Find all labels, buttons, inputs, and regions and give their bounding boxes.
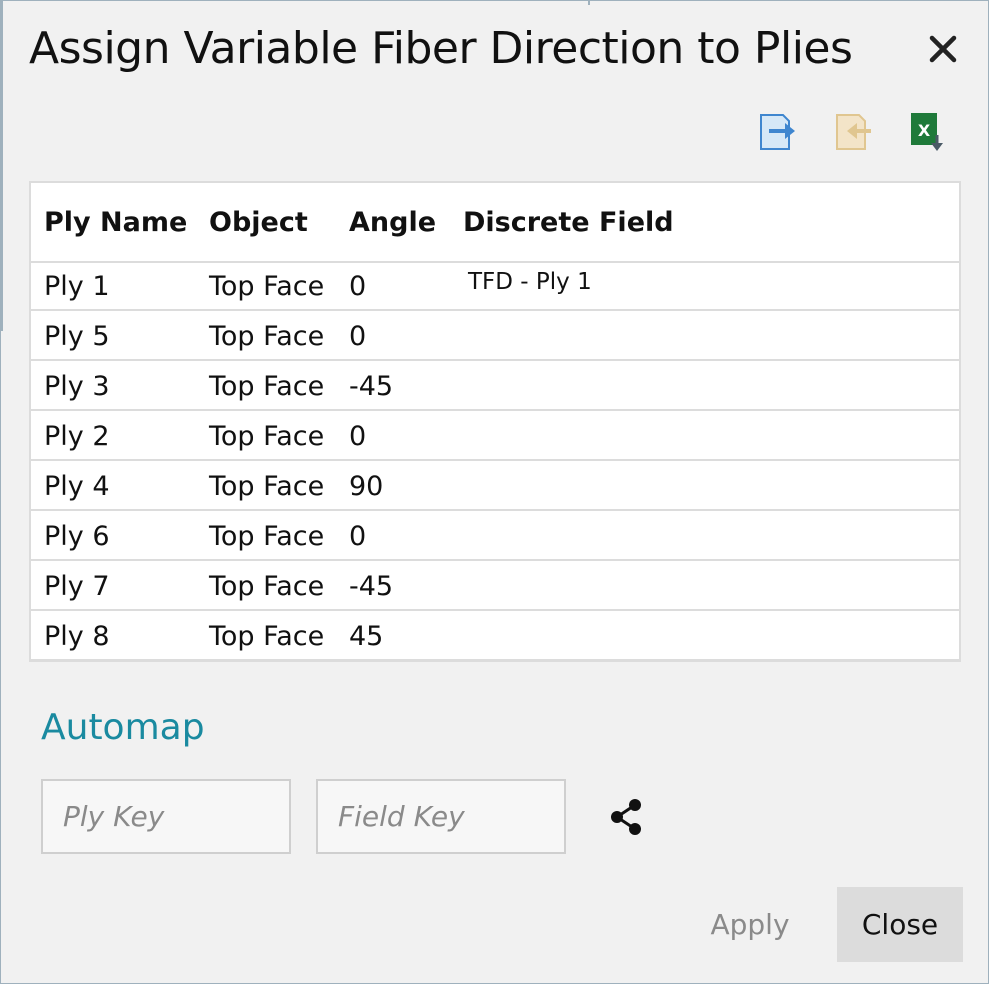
cell-ply-name: Ply 6	[44, 521, 110, 552]
cell-angle: 90	[349, 471, 384, 502]
cell-object: Top Face	[209, 371, 325, 402]
cell-object: Top Face	[209, 421, 325, 452]
close-button[interactable]: Close	[837, 887, 963, 962]
apply-button[interactable]: Apply	[691, 887, 809, 962]
cell-angle: 0	[349, 521, 367, 552]
cell-object: Top Face	[209, 271, 325, 302]
cell-ply-name: Ply 1	[44, 271, 110, 302]
cell-angle: 45	[349, 621, 384, 652]
background-window-edge	[588, 1, 590, 5]
cell-angle: -45	[349, 371, 394, 402]
ply-table: Ply Name Object Angle Discrete Field Ply…	[29, 181, 961, 662]
column-header-angle[interactable]: Angle	[349, 207, 436, 238]
cell-angle: 0	[349, 271, 367, 302]
cell-ply-name: Ply 3	[44, 371, 110, 402]
cell-angle: 0	[349, 421, 367, 452]
table-row[interactable]: Ply 7 Top Face -45	[31, 561, 959, 611]
table-row[interactable]: Ply 1 Top Face 0 TFD - Ply 1	[31, 261, 959, 311]
cell-object: Top Face	[209, 471, 325, 502]
ply-key-input[interactable]	[41, 779, 291, 854]
cell-object: Top Face	[209, 621, 325, 652]
cell-object: Top Face	[209, 521, 325, 552]
field-key-input[interactable]	[316, 779, 566, 854]
cell-angle: 0	[349, 321, 367, 352]
close-icon[interactable]	[921, 27, 965, 71]
table-row[interactable]: Ply 2 Top Face 0	[31, 411, 959, 461]
column-header-ply-name[interactable]: Ply Name	[44, 207, 187, 238]
share-icon[interactable]	[607, 797, 647, 837]
excel-export-icon[interactable]: X	[905, 109, 951, 155]
cell-object: Top Face	[209, 571, 325, 602]
cell-ply-name: Ply 4	[44, 471, 110, 502]
table-row[interactable]: Ply 5 Top Face 0	[31, 311, 959, 361]
cell-ply-name: Ply 5	[44, 321, 110, 352]
cell-discrete-field[interactable]: TFD - Ply 1	[468, 269, 592, 295]
cell-angle: -45	[349, 571, 394, 602]
cell-ply-name: Ply 2	[44, 421, 110, 452]
table-row[interactable]: Ply 3 Top Face -45	[31, 361, 959, 411]
dialog: Assign Variable Fiber Direction to Plies…	[0, 0, 989, 984]
cell-object: Top Face	[209, 321, 325, 352]
column-header-object[interactable]: Object	[209, 207, 308, 238]
table-header: Ply Name Object Angle Discrete Field	[31, 183, 959, 263]
cell-ply-name: Ply 8	[44, 621, 110, 652]
automap-label: Automap	[41, 707, 205, 748]
export-icon[interactable]	[755, 109, 801, 155]
table-row[interactable]: Ply 8 Top Face 45	[31, 611, 959, 661]
background-window-edge	[1, 1, 3, 331]
table-row[interactable]: Ply 6 Top Face 0	[31, 511, 959, 561]
import-icon[interactable]	[831, 109, 877, 155]
table-row[interactable]: Ply 4 Top Face 90	[31, 461, 959, 511]
cell-ply-name: Ply 7	[44, 571, 110, 602]
column-header-discrete-field[interactable]: Discrete Field	[463, 207, 674, 238]
svg-text:X: X	[918, 121, 931, 140]
dialog-title: Assign Variable Fiber Direction to Plies	[29, 23, 853, 74]
